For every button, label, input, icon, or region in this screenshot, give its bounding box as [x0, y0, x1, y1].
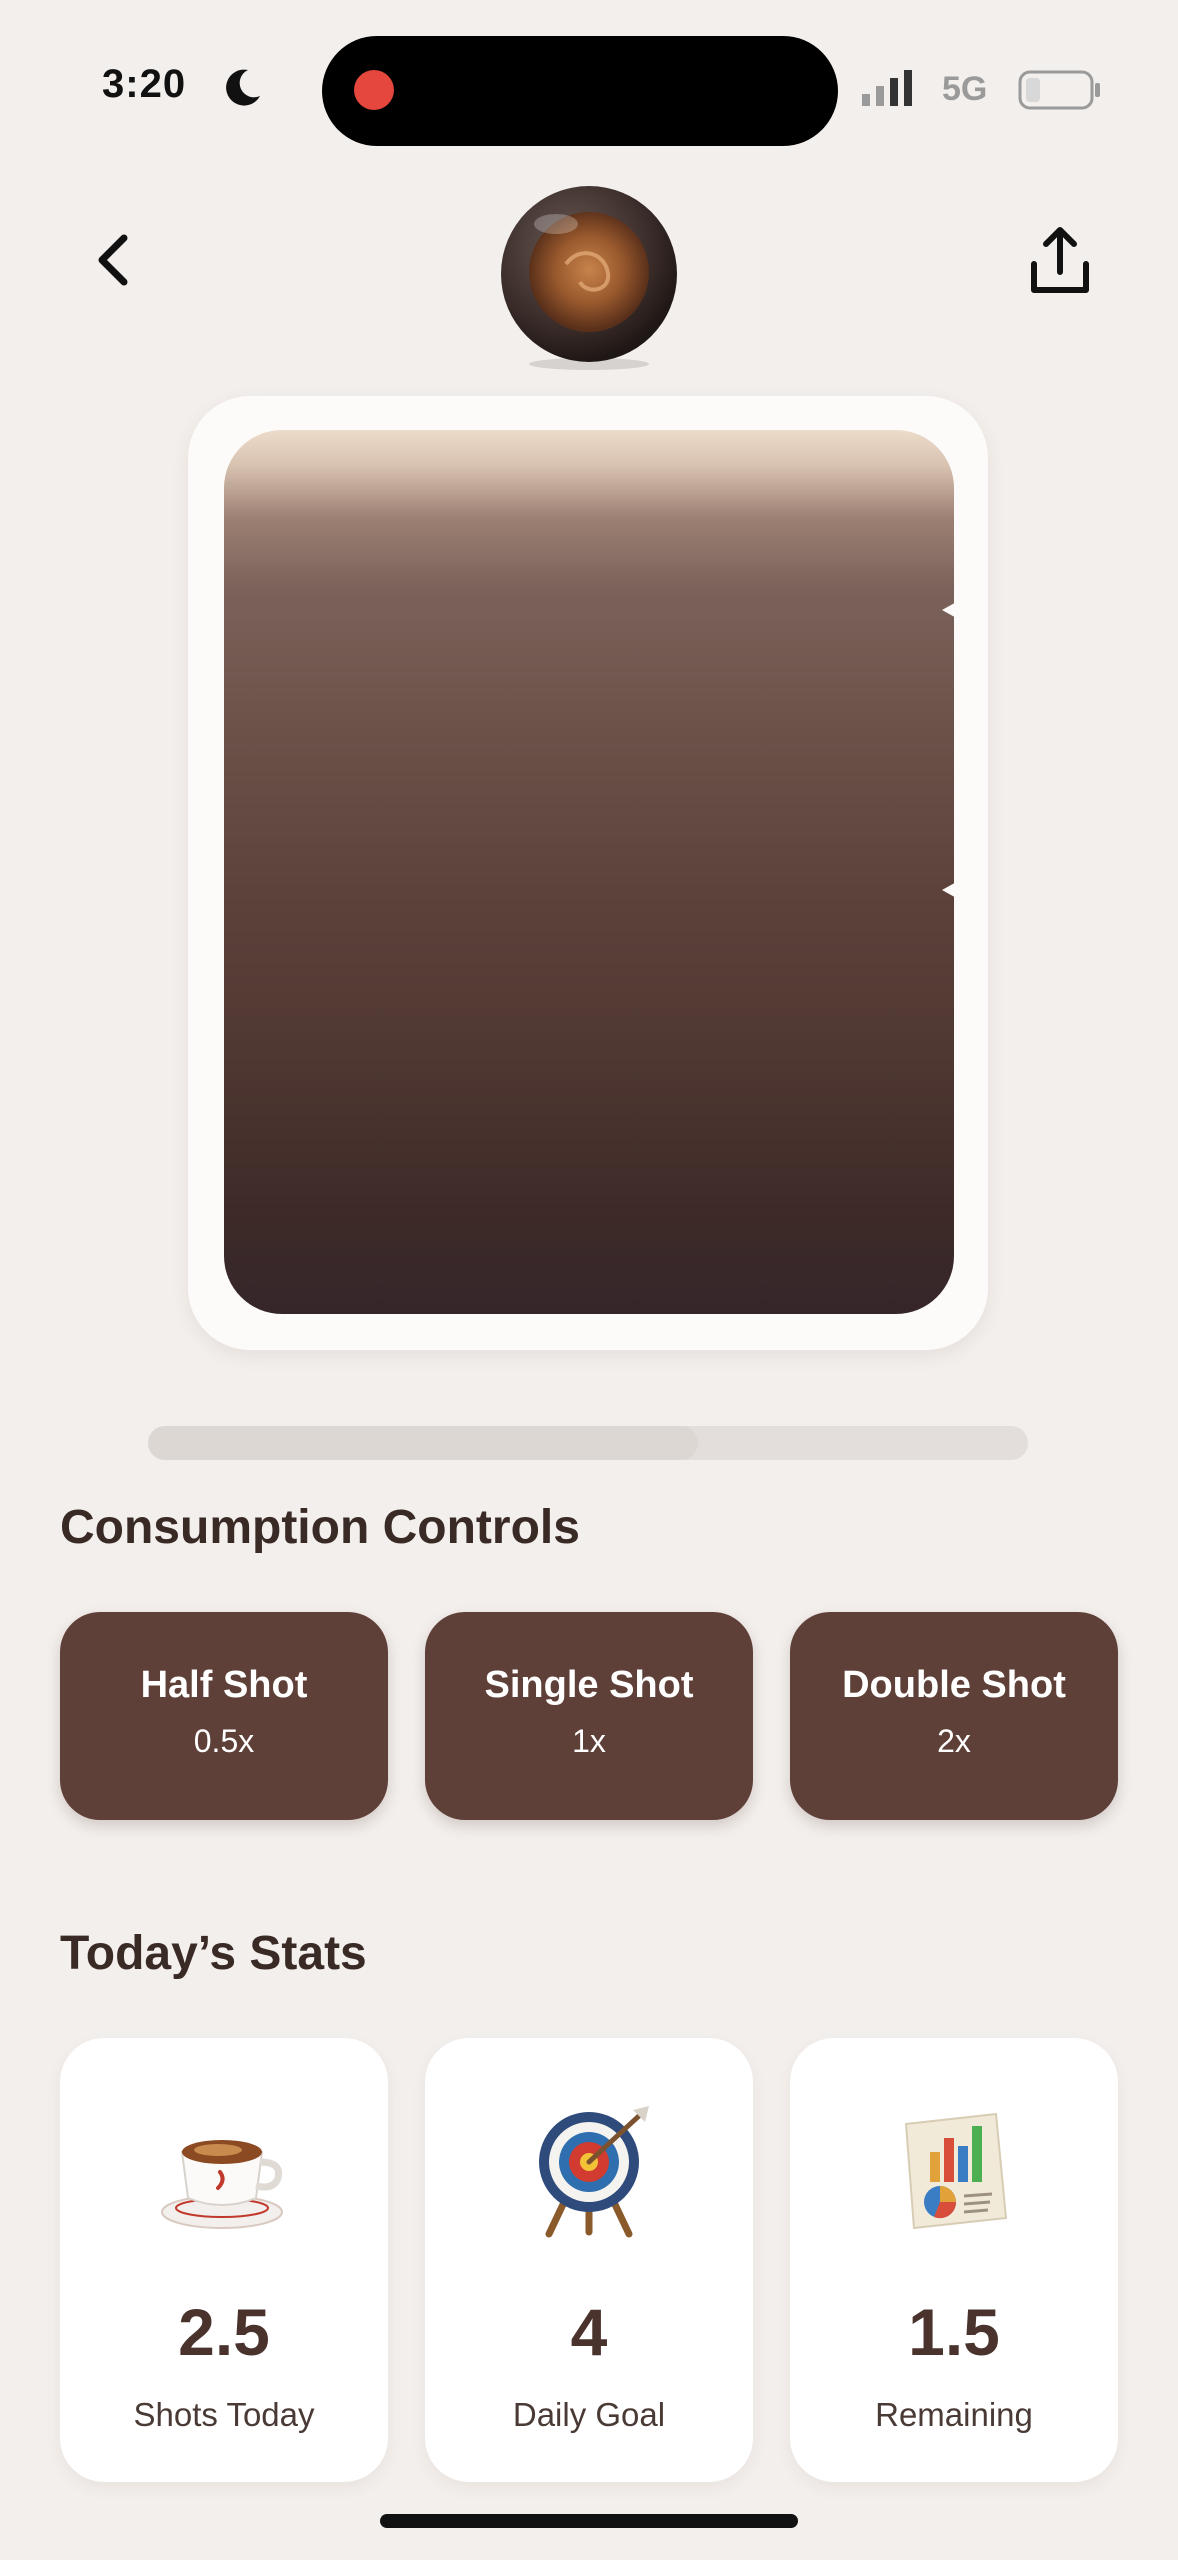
shot-label: Single Shot [484, 1664, 694, 1706]
shot-label: Double Shot [842, 1664, 1066, 1706]
status-time: 3:20 [102, 62, 187, 106]
consumption-controls-title: Consumption Controls [60, 1501, 580, 1554]
dynamic-island [322, 36, 838, 146]
stat-card-daily-goal: 4 Daily Goal [425, 2038, 753, 2482]
todays-stats-title: Today’s Stats [60, 1927, 367, 1980]
target-icon [539, 2106, 649, 2238]
stat-label: Daily Goal [512, 2396, 666, 2433]
stat-label: Remaining [875, 2396, 1033, 2433]
stat-value: 1.5 [908, 2295, 1000, 2369]
back-button[interactable] [80, 220, 152, 300]
recording-indicator-icon [354, 70, 394, 110]
coffee-fill-level [224, 430, 954, 1314]
stat-value: 4 [570, 2295, 608, 2369]
progress-fill [148, 1426, 698, 1460]
level-marker-icon [942, 874, 984, 906]
report-chart-icon [904, 2112, 1008, 2230]
shot-multiplier: 2x [937, 1723, 971, 1759]
stat-value: 2.5 [178, 2295, 270, 2369]
battery-icon [1018, 70, 1100, 110]
shot-multiplier: 0.5x [193, 1723, 255, 1759]
home-indicator[interactable] [380, 2514, 798, 2528]
single-shot-button[interactable]: Single Shot 1x [425, 1612, 753, 1820]
network-label: 5G [942, 70, 988, 108]
chevron-left-icon [98, 234, 128, 286]
stat-label: Shots Today [133, 2396, 315, 2433]
shot-label: Half Shot [140, 1664, 308, 1706]
stat-card-remaining: 1.5 Remaining [790, 2038, 1118, 2482]
espresso-cup-icon [501, 186, 677, 370]
double-shot-button[interactable]: Double Shot 2x [790, 1612, 1118, 1820]
coffee-cup-icon [161, 2140, 283, 2229]
moon-icon [226, 69, 260, 106]
share-button[interactable] [1020, 220, 1100, 304]
level-marker-icon [942, 594, 984, 626]
shot-multiplier: 1x [572, 1723, 606, 1759]
stat-card-shots-today: 2.5 Shots Today [60, 2038, 388, 2482]
signal-icon [862, 70, 912, 106]
half-shot-button[interactable]: Half Shot 0.5x [60, 1612, 388, 1820]
share-icon [1031, 227, 1089, 293]
